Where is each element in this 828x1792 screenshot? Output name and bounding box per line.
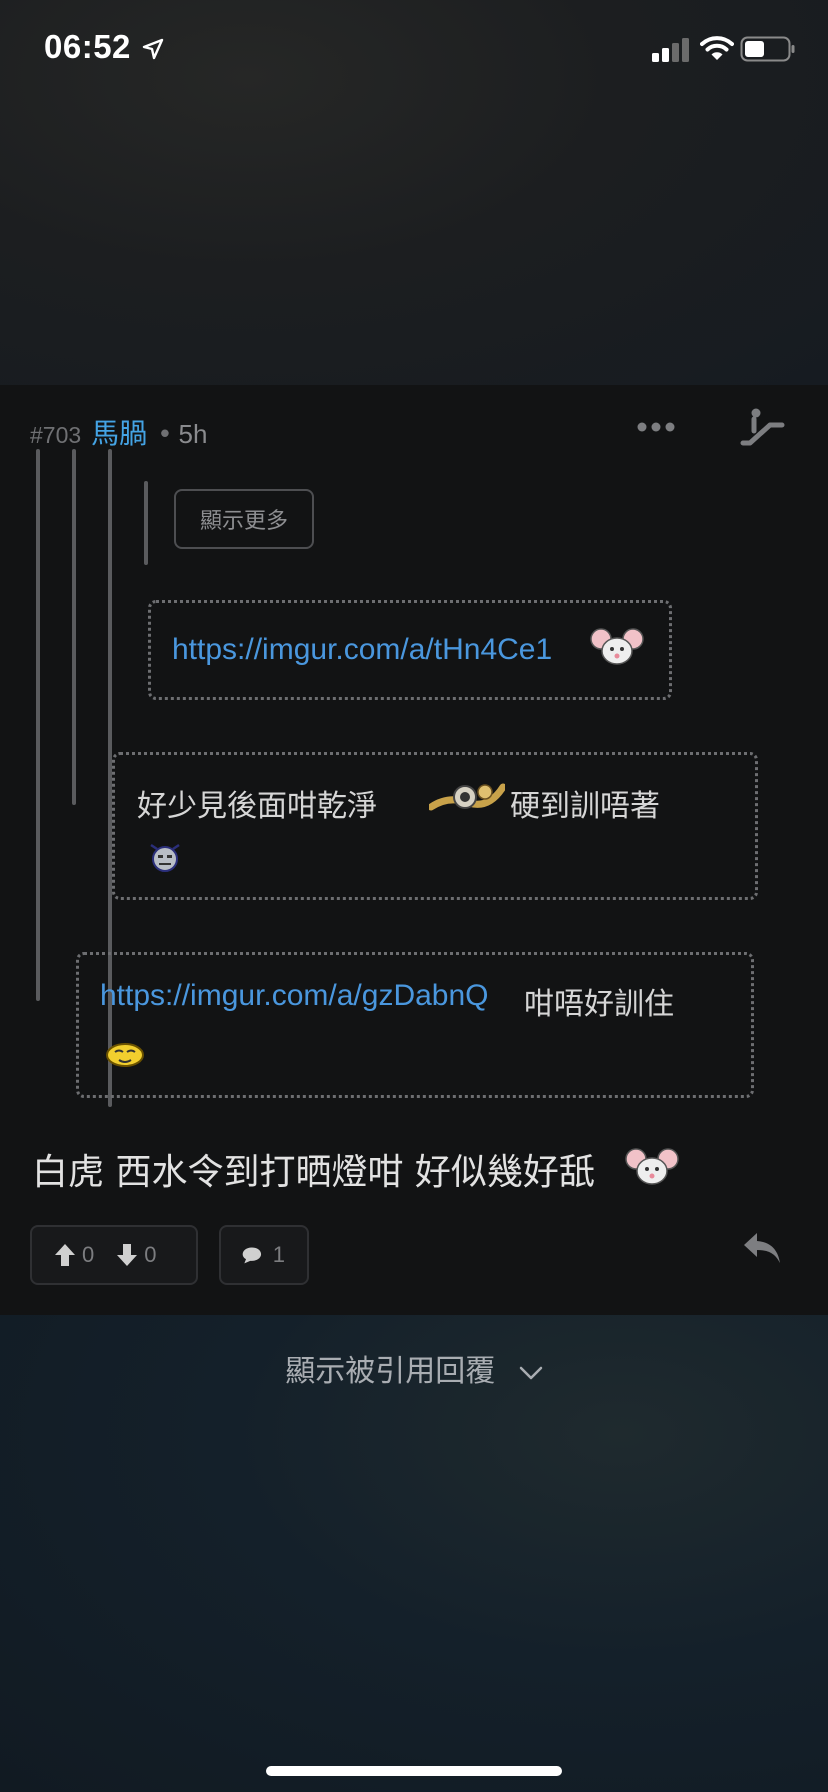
quote-link[interactable]: https://imgur.com/a/gzDabnQ xyxy=(100,979,489,1013)
more-options-icon[interactable] xyxy=(636,415,676,439)
location-arrow-icon xyxy=(142,38,164,60)
post-body-text: 白虎 西水令到打晒燈咁 好似幾好舐 xyxy=(32,1152,595,1193)
quote-box: https://imgur.com/a/gzDabnQ 咁唔好訓住 xyxy=(76,952,754,1098)
show-quoted-label: 顯示被引用回覆 xyxy=(285,1354,496,1389)
escalator-icon[interactable] xyxy=(740,407,786,447)
cellular-signal-icon xyxy=(652,38,689,62)
post-header: #703 馬腡 • 5h xyxy=(30,412,207,452)
post-number: #703 xyxy=(30,422,82,448)
downvote-arrow-icon[interactable] xyxy=(116,1243,138,1267)
battery-icon xyxy=(740,36,795,62)
chevron-down-icon xyxy=(519,1366,543,1379)
upvote-count: 0 xyxy=(82,1242,95,1267)
upvote-arrow-icon[interactable] xyxy=(54,1243,76,1267)
show-quoted-replies-toggle[interactable]: 顯示被引用回覆 xyxy=(0,1346,828,1390)
home-indicator[interactable] xyxy=(266,1766,562,1776)
separator-dot: • xyxy=(157,420,173,450)
downvote-count: 0 xyxy=(144,1242,157,1267)
comment-count: 1 xyxy=(272,1242,285,1267)
mouse-emoji-icon xyxy=(625,1148,679,1185)
quote-line-level-2 xyxy=(72,449,76,805)
quote-link[interactable]: https://imgur.com/a/tHn4Ce1 xyxy=(172,633,552,667)
post-time: 5h xyxy=(178,419,208,449)
quote-box: https://imgur.com/a/tHn4Ce1 xyxy=(148,600,672,700)
post-card: #703 馬腡 • 5h 顯示更多 https://imgur.com/a/tH… xyxy=(0,385,828,1315)
vote-box: 0 0 xyxy=(30,1225,198,1285)
quote-text-after: 硬到訓唔著 xyxy=(510,790,660,823)
comment-bubble-icon xyxy=(242,1247,262,1264)
post-author[interactable]: 馬腡 xyxy=(91,412,147,452)
show-more-button[interactable]: 顯示更多 xyxy=(174,489,314,549)
reply-arrow-icon[interactable] xyxy=(742,1231,782,1265)
quote-box: 好少見後面咁乾淨 硬到訓唔著 xyxy=(112,752,758,900)
grumpy-face-emoji-icon xyxy=(150,843,180,872)
quote-line-level-1 xyxy=(36,449,40,1001)
post-body: 白虎 西水令到打晒燈咁 好似幾好舐 xyxy=(32,1143,595,1195)
quote-text-before: 好少見後面咁乾淨 xyxy=(137,790,377,823)
quote-line-level-4 xyxy=(144,481,148,565)
status-time: 06:52 xyxy=(44,28,131,65)
wifi-icon xyxy=(700,36,734,60)
mouse-emoji-icon xyxy=(590,628,644,665)
quote-text: 咁唔好訓住 xyxy=(524,988,674,1021)
monocle-emoji-icon xyxy=(429,783,505,811)
comment-button[interactable]: 1 xyxy=(219,1225,309,1285)
sleepy-yellow-emoji-icon xyxy=(106,1043,144,1067)
